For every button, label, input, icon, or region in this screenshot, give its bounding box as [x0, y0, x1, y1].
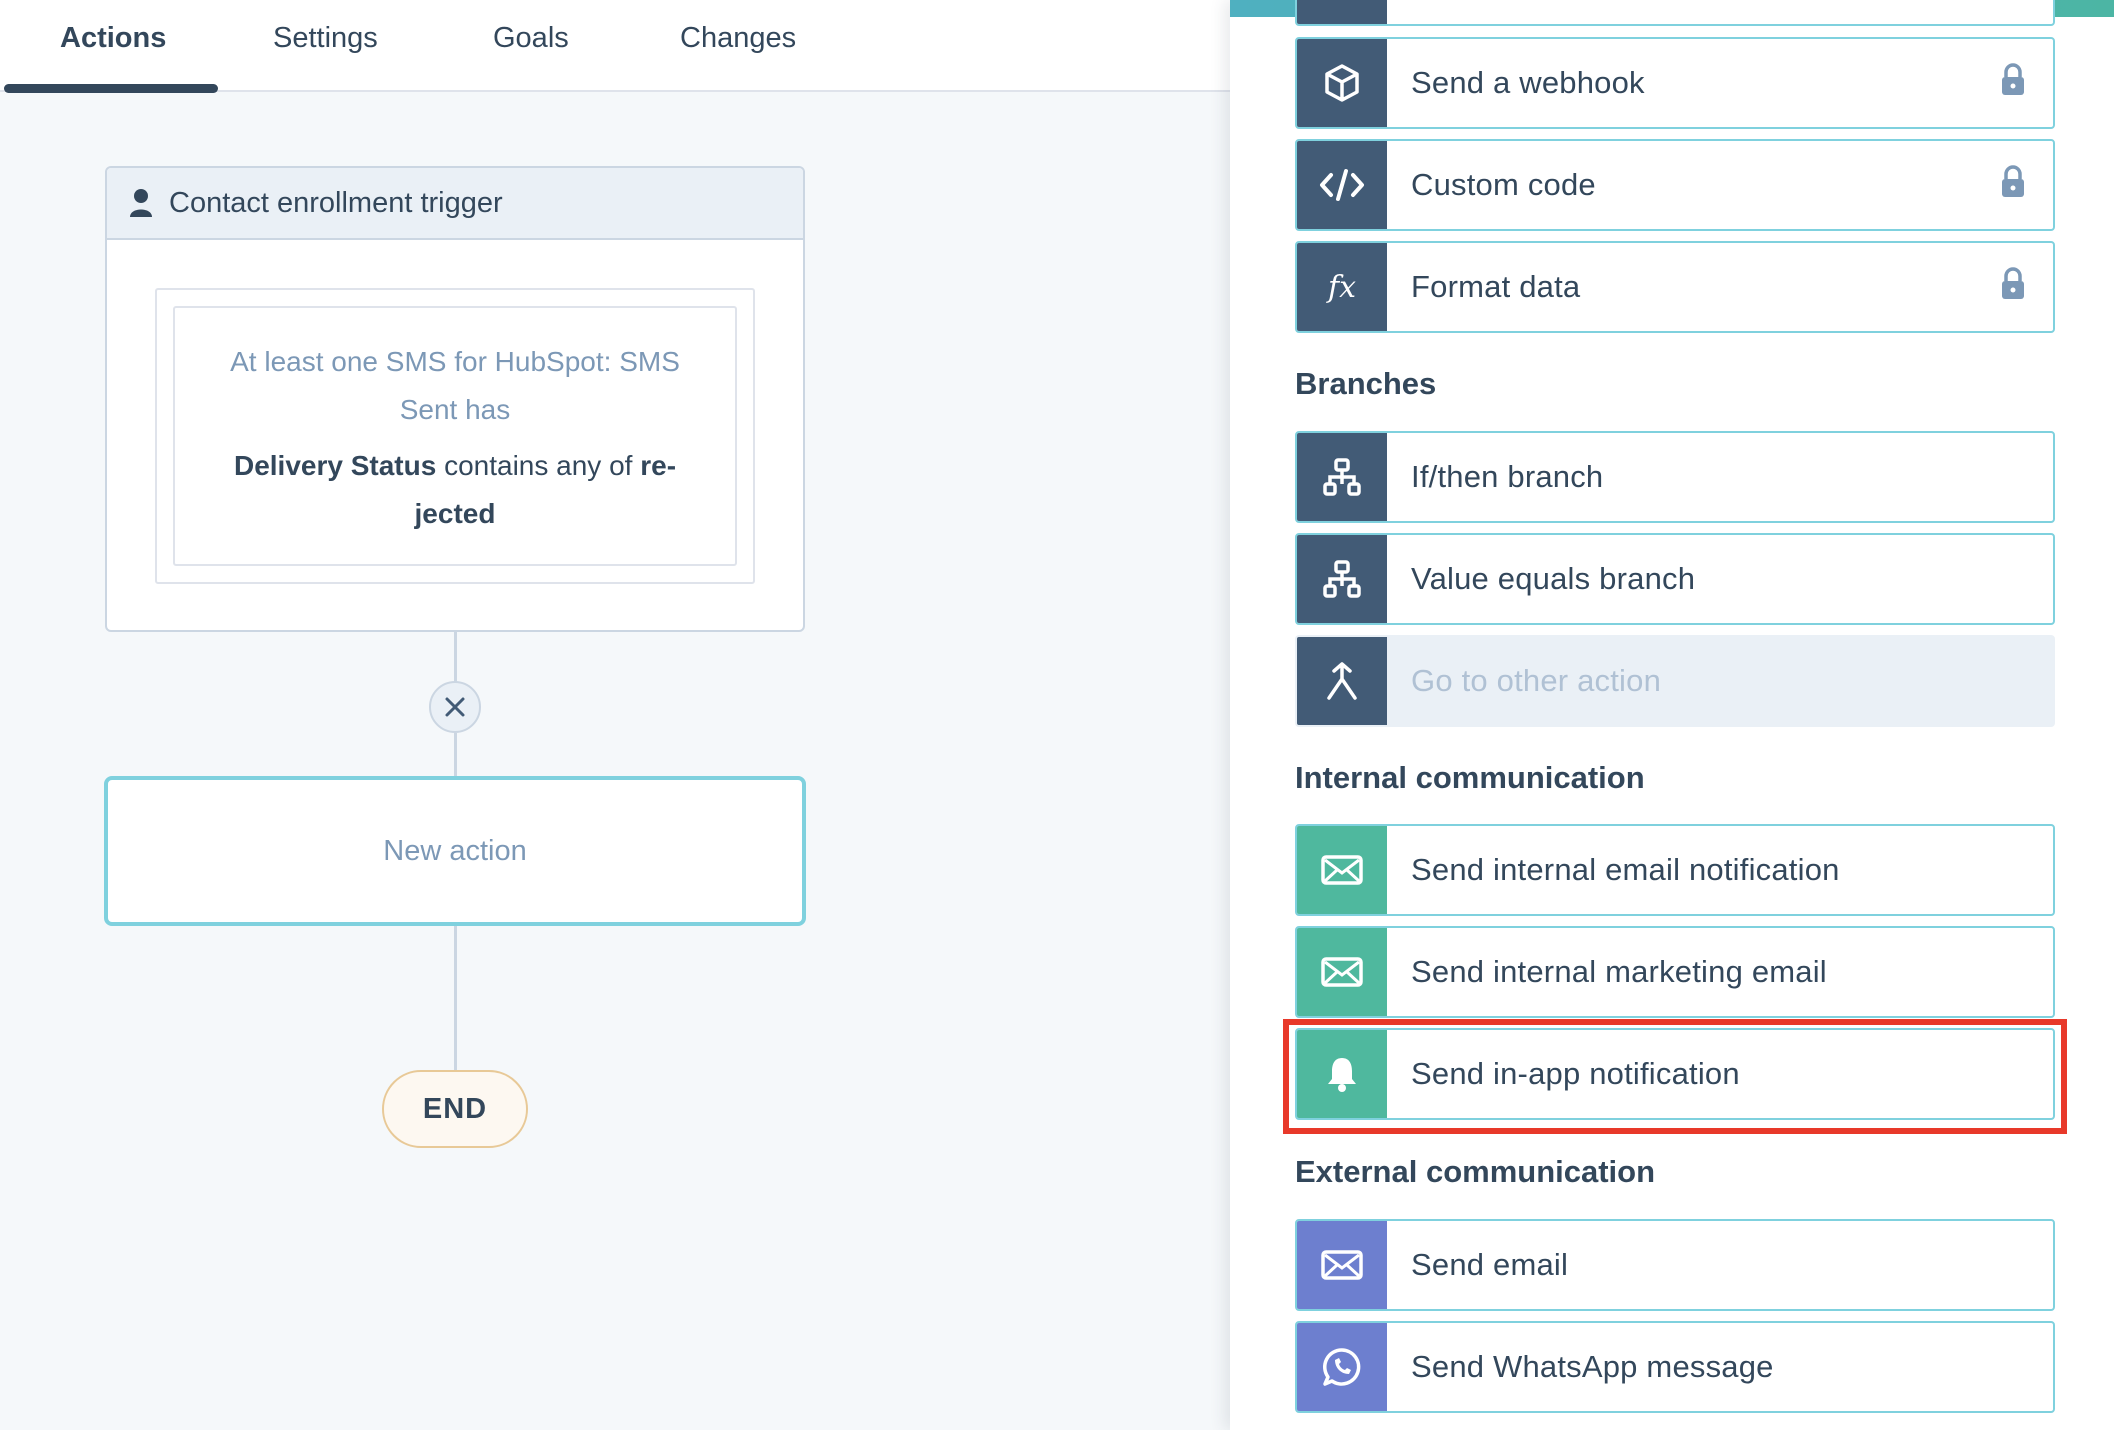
icon-box	[1297, 1323, 1387, 1411]
action-custom-code[interactable]: Custom code	[1295, 139, 2055, 231]
action-label: Send internal marketing email	[1411, 954, 1827, 989]
end-node: END	[382, 1070, 528, 1148]
workflow-canvas: Actions Settings Goals Changes Contact e…	[0, 0, 1230, 1430]
action-format-data[interactable]: fx Format data	[1295, 241, 2055, 333]
filter-operator: contains any of	[436, 450, 641, 481]
filter-event-line-2: Sent has	[399, 394, 511, 425]
filter-criteria[interactable]: At least one SMS for HubSpot: SMS Sent h…	[173, 306, 737, 566]
remove-step-button[interactable]	[429, 681, 481, 733]
cube-icon	[1325, 64, 1359, 102]
filter-value-continued: jected	[414, 498, 496, 529]
icon-box	[1297, 637, 1387, 725]
action-card-partial[interactable]	[1295, 0, 2055, 26]
action-value-equals-branch[interactable]: Value equals branch	[1295, 533, 2055, 625]
icon-box	[1297, 1221, 1387, 1309]
icon-box	[1297, 0, 1387, 24]
fx-icon: fx	[1327, 269, 1357, 305]
trigger-header: Contact enrollment trigger	[107, 168, 803, 240]
action-send-internal-email-notification[interactable]: Send internal email notification	[1295, 824, 2055, 916]
connector-line	[454, 632, 457, 682]
action-send-internal-marketing-email[interactable]: Send internal marketing email	[1295, 926, 2055, 1018]
merge-arrow-icon	[1327, 662, 1357, 700]
icon-box	[1297, 928, 1387, 1016]
tab-bar: Actions Settings Goals Changes	[0, 0, 1230, 93]
filter-value: re-	[640, 450, 677, 481]
filter-group: At least one SMS for HubSpot: SMS Sent h…	[155, 288, 755, 584]
branch-icon	[1323, 458, 1361, 496]
tab-goals[interactable]: Goals	[493, 22, 569, 55]
action-label: Send email	[1411, 1247, 1569, 1282]
action-label: Format data	[1411, 269, 1581, 304]
new-action-card[interactable]: New action	[104, 776, 806, 926]
action-picker-panel: Send a webhook Custom code fx Format dat…	[1230, 0, 2114, 1430]
action-label: Value equals branch	[1411, 561, 1696, 596]
action-label: Send WhatsApp message	[1411, 1349, 1774, 1384]
icon-box: fx	[1297, 243, 1387, 331]
icon-box	[1297, 535, 1387, 623]
close-icon	[445, 697, 465, 717]
action-send-webhook[interactable]: Send a webhook	[1295, 37, 2055, 129]
action-label: Custom code	[1411, 167, 1596, 202]
active-tab-indicator	[4, 84, 218, 93]
lock-icon	[2002, 267, 2024, 299]
action-label: If/then branch	[1411, 459, 1604, 494]
icon-box	[1297, 39, 1387, 127]
branch-icon	[1323, 560, 1361, 598]
action-send-in-app-notification[interactable]: Send in-app notification	[1295, 1028, 2055, 1120]
trigger-title: Contact enrollment trigger	[169, 186, 503, 219]
tab-actions[interactable]: Actions	[60, 22, 166, 55]
tab-settings[interactable]: Settings	[273, 22, 378, 55]
enrollment-trigger-card[interactable]: Contact enrollment trigger At least one …	[105, 166, 805, 632]
end-label: END	[422, 1092, 488, 1125]
section-title-internal-communication: Internal communication	[1295, 760, 1645, 795]
connector-line	[454, 926, 457, 1072]
action-label: Send a webhook	[1411, 65, 1645, 100]
action-send-email[interactable]: Send email	[1295, 1219, 2055, 1311]
filter-condition: Delivery Status contains any of re- ject…	[215, 442, 695, 538]
filter-event-line: At least one SMS for HubSpot: SMS	[230, 346, 680, 377]
tab-changes[interactable]: Changes	[680, 22, 796, 55]
icon-box	[1297, 1030, 1387, 1118]
bell-icon	[1328, 1058, 1356, 1092]
section-title-branches: Branches	[1295, 366, 1437, 401]
action-if-then-branch[interactable]: If/then branch	[1295, 431, 2055, 523]
connector-line	[454, 733, 457, 778]
code-icon	[1320, 169, 1364, 201]
action-label: Go to other action	[1411, 663, 1662, 698]
action-label: Send internal email notification	[1411, 852, 1840, 887]
envelope-icon	[1321, 1250, 1363, 1280]
action-label: Send in-app notification	[1411, 1056, 1740, 1091]
icon-box	[1297, 826, 1387, 914]
filter-property: Delivery Status	[233, 450, 437, 481]
new-action-label: New action	[383, 834, 527, 867]
action-go-to-other-action: Go to other action	[1295, 635, 2055, 727]
action-send-whatsapp-message[interactable]: Send WhatsApp message	[1295, 1321, 2055, 1413]
icon-box	[1297, 141, 1387, 229]
envelope-icon	[1321, 957, 1363, 987]
lock-icon	[2002, 63, 2024, 95]
person-icon	[130, 189, 152, 217]
lock-icon	[2002, 165, 2024, 197]
whatsapp-icon	[1323, 1348, 1361, 1386]
icon-box	[1297, 433, 1387, 521]
section-title-external-communication: External communication	[1295, 1154, 1656, 1189]
envelope-icon	[1321, 855, 1363, 885]
